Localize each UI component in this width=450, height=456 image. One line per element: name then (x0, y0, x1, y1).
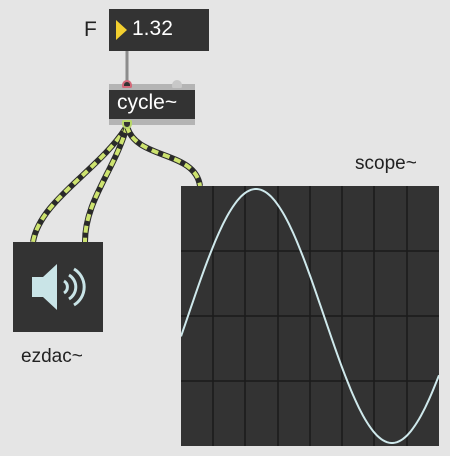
signal-cable-ezdac-right-dash (83, 125, 129, 243)
signal-cable-ezdac-left[interactable] (30, 124, 130, 243)
cycle-left-inlet[interactable] (122, 80, 132, 88)
ezdac-object[interactable] (13, 242, 103, 332)
scope-grid (181, 186, 439, 446)
scope-label: scope~ (355, 153, 417, 174)
scope-display (180, 186, 440, 446)
cycle-right-inlet[interactable] (172, 80, 182, 88)
cycle-object-label: cycle~ (117, 91, 178, 114)
cycle-object[interactable]: cycle~ (109, 84, 195, 125)
speaker-icon (32, 264, 86, 310)
scope-object[interactable] (180, 186, 440, 446)
signal-cable-scope-dash (125, 125, 202, 187)
ezdac-label: ezdac~ (21, 346, 83, 367)
